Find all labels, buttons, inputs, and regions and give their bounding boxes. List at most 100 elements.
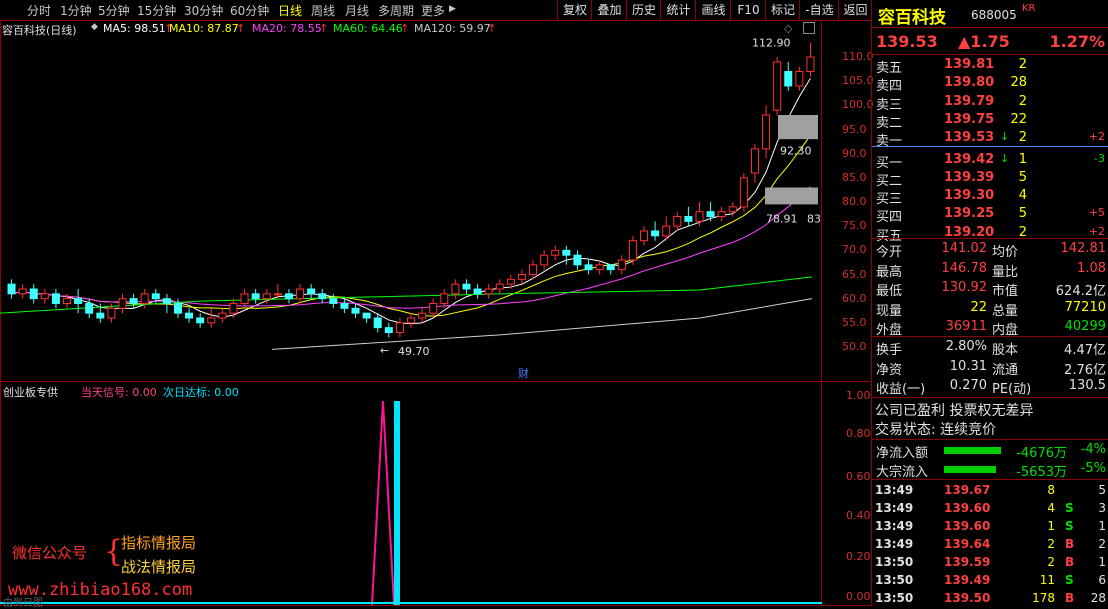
price-change: ▲1.75 <box>958 32 1010 51</box>
toolbar-button-0[interactable]: 复权 <box>557 0 592 20</box>
trade-side: B <box>1065 591 1075 605</box>
period-tab-5[interactable]: 60分钟 <box>230 2 269 19</box>
stats-row: 今开 141.02 均价 142.81 <box>872 241 1108 260</box>
flow-value: -5653万 <box>1016 465 1067 480</box>
stats-row: 现量 22 总量 77210 <box>872 299 1108 319</box>
flow-pct: -4% <box>1080 442 1106 457</box>
candle-body <box>739 177 748 208</box>
order-book-row[interactable]: 买一 139.42 ↓ 1 -3 <box>872 151 1108 171</box>
annotation-mid-high: 92.30 <box>780 145 812 158</box>
watermark-wechat: 微信公众号 <box>12 544 88 562</box>
trade-volume: 2 <box>1047 537 1055 551</box>
period-tab-6[interactable]: 日线 <box>278 2 302 19</box>
candle-body <box>617 259 626 271</box>
order-volume: 4 <box>1018 188 1027 204</box>
order-price: 139.81 <box>944 57 995 72</box>
stat-value: 4.47亿 <box>1064 343 1106 358</box>
order-book-row[interactable]: 买四 139.25 5 +5 <box>872 206 1108 225</box>
trade-count: 1 <box>1098 519 1106 533</box>
candle-body <box>640 230 649 242</box>
order-price: 139.30 <box>944 188 995 204</box>
price-tick: 105.0 <box>842 74 874 88</box>
order-book-row[interactable]: 卖三 139.79 2 <box>872 93 1108 113</box>
candle-body <box>96 312 105 319</box>
order-label: 买二 <box>876 173 903 189</box>
toolbar-button-6[interactable]: 标记 <box>765 0 800 20</box>
candle-body <box>717 211 726 218</box>
candle-body <box>74 298 83 304</box>
order-book-row[interactable]: 买三 139.30 4 <box>872 188 1108 207</box>
candle-body <box>251 293 260 300</box>
indicator-tick: 0.80 <box>846 427 871 440</box>
trade-count: 2 <box>1098 537 1106 551</box>
trade-status: 交易状态: 连续竞价 <box>875 422 997 438</box>
trade-time: 13:49 <box>875 537 914 551</box>
flow-bar <box>944 466 997 473</box>
more-arrow-icon[interactable]: ▶ <box>449 4 456 14</box>
candlestick-chart[interactable]: 112.90 92.30 78.91 83 49.70 ← 财 <box>0 20 822 382</box>
order-book-row[interactable]: 买二 139.39 5 <box>872 170 1108 189</box>
order-volume: 28 <box>1010 75 1027 91</box>
period-tab-4[interactable]: 30分钟 <box>184 2 223 19</box>
period-tab-8[interactable]: 月线 <box>345 2 369 19</box>
candle-body <box>273 293 282 296</box>
candle-body <box>384 327 393 333</box>
order-price: 139.79 <box>944 93 995 109</box>
order-volume: 5 <box>1018 206 1027 222</box>
period-tab-2[interactable]: 5分钟 <box>98 2 130 19</box>
period-tab-3[interactable]: 15分钟 <box>137 2 176 19</box>
period-toolbar: 分时 1分钟 5分钟 15分钟 30分钟 60分钟 日线 周线 月线 多周期 更多 ▶ 复权 叠加 历史 统计… <box>0 0 871 21</box>
candle-body <box>107 307 116 319</box>
watermark-line1: 指标情报局 <box>121 534 197 552</box>
toolbar-button-4[interactable]: 画线 <box>695 0 731 20</box>
candle-body <box>706 211 715 218</box>
toolbar-button-8[interactable]: 返回 <box>838 0 872 20</box>
toolbar-button-2[interactable]: 历史 <box>626 0 661 20</box>
cai-marker-icon: 财 <box>518 366 529 380</box>
toolbar-button-7[interactable]: -自选 <box>799 0 839 20</box>
trade-volume: 2 <box>1047 555 1055 569</box>
trade-price: 139.60 <box>944 501 991 515</box>
price-tick: 110.0 <box>842 50 874 63</box>
price-change-pct: 1.27% <box>1049 32 1105 51</box>
period-tab-0[interactable]: 分时 <box>27 2 51 19</box>
stat-value: 0.270 <box>949 378 987 393</box>
order-book-row[interactable]: 卖四 139.80 28 <box>872 75 1108 94</box>
order-book-row[interactable]: 卖五 139.81 2 <box>872 57 1108 76</box>
annotation-high: 112.90 <box>752 36 791 49</box>
candle-body <box>151 293 160 300</box>
order-book-row[interactable]: 买五 139.20 2 +2 <box>872 225 1108 244</box>
stat-value: 2.76亿 <box>1064 362 1106 378</box>
toolbar-button-1[interactable]: 叠加 <box>591 0 627 20</box>
toolbar-button-3[interactable]: 统计 <box>660 0 696 20</box>
stat-label: 股本 <box>992 343 1019 358</box>
candle-body <box>240 293 249 305</box>
order-change: -3 <box>1094 151 1105 165</box>
candle-body <box>695 211 704 222</box>
order-book-row[interactable]: 卖二 139.75 22 <box>872 112 1108 131</box>
toolbar-button-5[interactable]: F10 <box>730 0 766 20</box>
price-tick: 100.0 <box>842 98 874 112</box>
stat-label: 净资 <box>876 362 903 378</box>
stat-label: 量比 <box>992 264 1019 280</box>
period-tab-10[interactable]: 更多 <box>421 2 445 19</box>
stat-value: 624.2亿 <box>1055 284 1106 299</box>
down-arrow-icon: ↓ <box>1000 151 1010 165</box>
last-price: 139.53 <box>876 32 938 51</box>
period-tab-7[interactable]: 周线 <box>311 2 335 19</box>
trade-volume: 8 <box>1047 483 1055 497</box>
trade-tick-row: 13:50 139.59 2 B 1 <box>872 555 1108 573</box>
trade-price: 139.67 <box>944 483 991 497</box>
stat-value: 22 <box>970 299 987 315</box>
candle-body <box>762 114 771 150</box>
annotation-right: 83 <box>807 212 821 225</box>
candle-body <box>284 293 293 300</box>
candle-body <box>662 225 671 237</box>
candle-body <box>595 264 604 271</box>
order-label: 买一 <box>876 155 903 171</box>
candle-body <box>806 56 815 72</box>
period-tab-9[interactable]: 多周期 <box>378 2 414 19</box>
order-price: 139.25 <box>944 206 995 222</box>
period-tab-1[interactable]: 1分钟 <box>60 2 92 19</box>
stat-label: 今开 <box>876 245 903 260</box>
